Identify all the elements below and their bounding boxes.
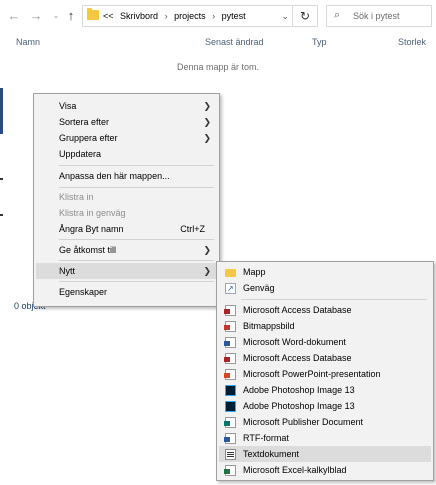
column-header-size[interactable]: Storlek (398, 33, 426, 51)
column-header-name[interactable]: Namn (16, 33, 40, 51)
recent-locations-button[interactable]: ⌄ (48, 6, 64, 26)
menu-separator (59, 281, 214, 282)
breadcrumb-item-projects[interactable]: projects (174, 11, 206, 21)
submenu-item-access-database[interactable]: Microsoft Access Database (219, 350, 431, 366)
submenu-item-text-document[interactable]: Textdokument (219, 446, 431, 462)
excel-icon (224, 465, 236, 476)
empty-folder-message: Denna mapp är tom. (176, 62, 260, 72)
folder-icon (87, 8, 99, 20)
menu-item-paste-shortcut: Klistra in genväg (59, 208, 126, 218)
chevron-right-icon: ❯ (203, 133, 211, 143)
submenu-item-rtf[interactable]: RTF-format (219, 430, 431, 446)
submenu-item-shortcut[interactable]: Genväg (219, 280, 431, 297)
menu-item-properties[interactable]: Egenskaper (36, 284, 217, 300)
address-bar[interactable]: << Skrivbord › projects › pytest ⌄ ↻ (82, 5, 318, 27)
menu-item-refresh[interactable]: Uppdatera (36, 146, 217, 162)
arrow-right-icon: → (29, 8, 43, 23)
navigation-pane-edge (0, 88, 3, 134)
address-dropdown-button[interactable]: ⌄ (281, 6, 289, 26)
menu-item-paste: Klistra in (59, 192, 94, 202)
menu-item-group-by[interactable]: Gruppera efter ❯ (36, 130, 217, 146)
powerpoint-icon (224, 369, 236, 380)
folder-icon (225, 269, 236, 277)
chevron-right-icon: ❯ (203, 245, 211, 255)
bitmap-icon (224, 321, 236, 332)
menu-separator (241, 299, 427, 300)
forward-button[interactable]: → (28, 6, 44, 26)
up-button[interactable]: ↑ (63, 6, 79, 26)
breadcrumb-overflow[interactable]: << (103, 11, 114, 21)
navigation-pane-fragment (0, 214, 3, 216)
refresh-button[interactable]: ↻ (292, 6, 317, 26)
submenu-item-word-document[interactable]: Microsoft Word-dokument (219, 334, 431, 350)
access-icon (224, 305, 236, 316)
arrow-up-icon: ↑ (67, 8, 75, 23)
submenu-item-excel[interactable]: Microsoft Excel-kalkylblad (219, 462, 431, 478)
submenu-item-access-database[interactable]: Microsoft Access Database (219, 302, 431, 318)
menu-separator (59, 239, 214, 240)
back-button[interactable]: ← (6, 6, 22, 26)
menu-shortcut-ctrl-z: Ctrl+Z (180, 224, 205, 234)
submenu-item-publisher[interactable]: Microsoft Publisher Document (219, 414, 431, 430)
photoshop-icon (225, 385, 236, 396)
chevron-down-icon: ⌄ (281, 11, 289, 21)
menu-item-give-access[interactable]: Ge åtkomst till ❯ (36, 242, 217, 258)
search-placeholder: Sök i pytest (353, 11, 400, 21)
menu-item-customize-folder[interactable]: Anpassa den här mappen... (36, 168, 217, 184)
column-header-modified[interactable]: Senast ändrad (205, 33, 264, 51)
search-input[interactable]: ⌕ Sök i pytest (326, 5, 432, 27)
breadcrumb-item-pytest[interactable]: pytest (222, 11, 246, 21)
shortcut-icon (225, 281, 236, 297)
navigation-pane-fragment (0, 178, 3, 180)
menu-item-new[interactable]: Nytt ❯ (36, 263, 217, 279)
chevron-right-icon: ❯ (203, 117, 211, 127)
rtf-icon (224, 433, 236, 444)
submenu-item-photoshop[interactable]: Adobe Photoshop Image 13 (219, 382, 431, 398)
menu-item-undo-rename[interactable]: Ångra Byt namn Ctrl+Z (36, 221, 217, 237)
chevron-down-icon: ⌄ (52, 11, 60, 20)
breadcrumb-separator[interactable]: › (165, 11, 168, 21)
submenu-item-folder[interactable]: Mapp (219, 264, 431, 280)
submenu-item-powerpoint[interactable]: Microsoft PowerPoint-presentation (219, 366, 431, 382)
column-header-type[interactable]: Typ (312, 33, 327, 51)
breadcrumb-separator[interactable]: › (212, 11, 215, 21)
menu-item-sort-by[interactable]: Sortera efter ❯ (36, 114, 217, 130)
text-document-icon (225, 449, 236, 460)
refresh-icon: ↻ (299, 9, 311, 23)
access-icon (224, 353, 236, 364)
chevron-right-icon: ❯ (203, 101, 211, 111)
publisher-icon (224, 417, 236, 428)
breadcrumb: << Skrivbord › projects › pytest (103, 6, 246, 26)
menu-separator (59, 165, 214, 166)
new-submenu: Mapp Genväg Microsoft Access Database Bi… (216, 261, 434, 481)
photoshop-icon (225, 401, 236, 412)
search-icon: ⌕ (334, 9, 341, 21)
menu-separator (59, 260, 214, 261)
arrow-left-icon: ← (7, 8, 21, 23)
menu-separator (59, 187, 214, 188)
submenu-item-bitmap[interactable]: Bitmappsbild (219, 318, 431, 334)
context-menu: Visa ❯ Sortera efter ❯ Gruppera efter ❯ … (33, 93, 220, 307)
submenu-item-photoshop[interactable]: Adobe Photoshop Image 13 (219, 398, 431, 414)
address-toolbar: ← → ⌄ ↑ << Skrivbord › projects › pytest… (0, 0, 436, 32)
menu-item-view[interactable]: Visa ❯ (36, 98, 217, 114)
breadcrumb-item-skrivbord[interactable]: Skrivbord (120, 11, 158, 21)
word-icon (224, 337, 236, 348)
chevron-right-icon: ❯ (203, 266, 211, 276)
